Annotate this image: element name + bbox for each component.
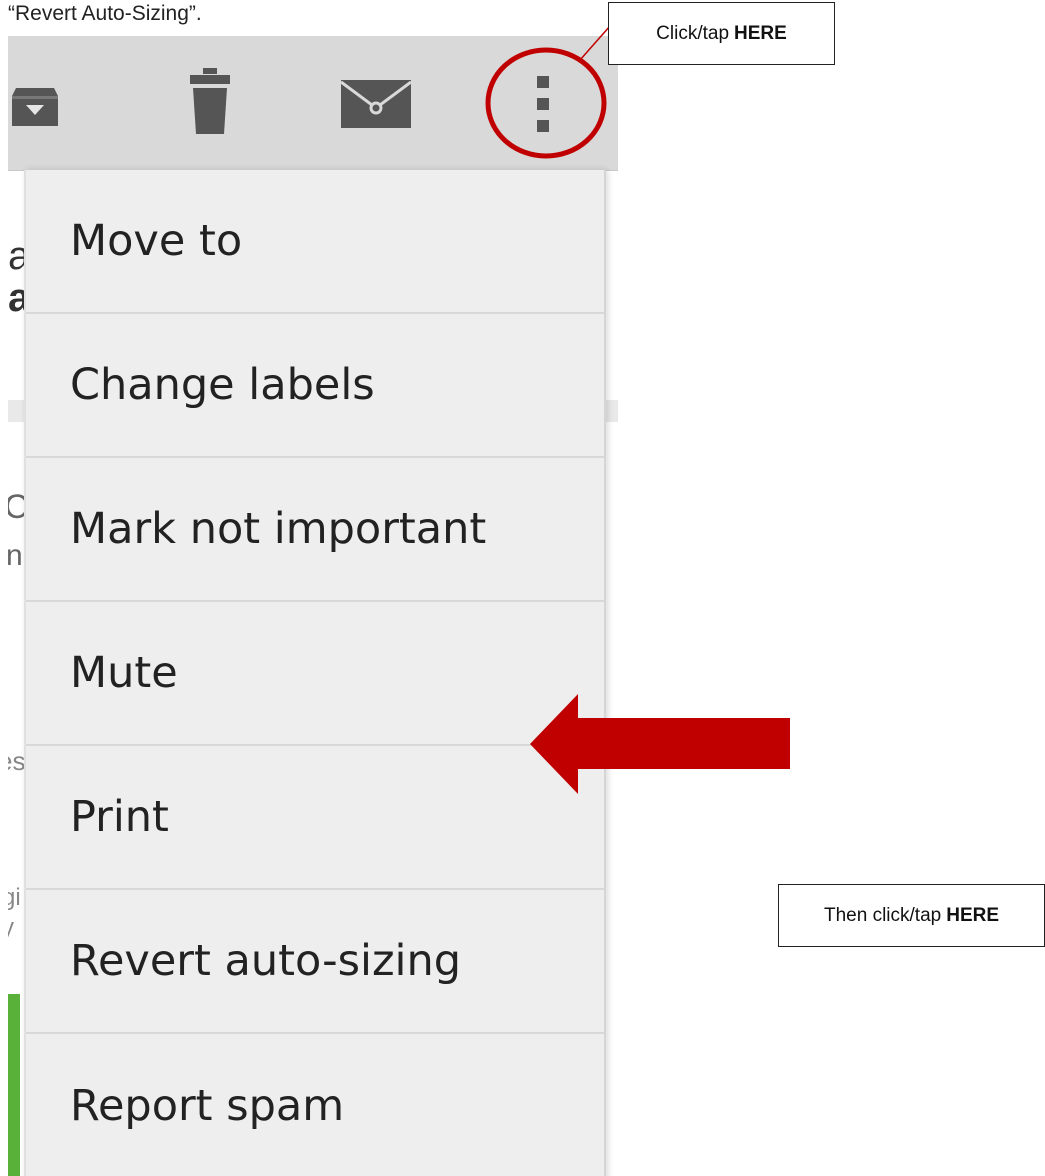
callout-emphasis: HERE [734,22,787,44]
callout-then-click-here: Then click/tap HERE [778,884,1045,947]
callout-text: Then click/tap [823,904,942,926]
callout-click-here: Click/tap HERE [608,2,835,65]
callout-text: Click/tap [656,22,730,44]
background-text-fragment: gi [8,884,21,911]
instruction-text: “Revert Auto-Sizing”. [8,2,202,25]
label-color-bar [8,994,20,1176]
background-text-fragment: es [8,746,26,776]
overflow-menu-icon[interactable] [523,74,563,134]
mail-icon[interactable] [341,80,411,130]
menu-item-mark-not-important[interactable]: Mark not important [26,458,604,602]
background-text-fragment: y [8,914,14,941]
phone-screen: a a C n es gi y Move to Change labels Ma… [8,36,618,1176]
background-text-fragment: n [8,539,23,572]
menu-item-mute[interactable]: Mute [26,602,604,746]
menu-item-print[interactable]: Print [26,746,604,890]
menu-item-report-spam[interactable]: Report spam [26,1034,604,1176]
overflow-dropdown-menu: Move to Change labels Mark not important… [24,170,606,1176]
trash-icon[interactable] [188,66,232,136]
callout-emphasis: HERE [946,904,1000,926]
menu-item-move-to[interactable]: Move to [26,170,604,314]
menu-item-change-labels[interactable]: Change labels [26,314,604,458]
menu-item-revert-auto-sizing[interactable]: Revert auto-sizing [26,890,604,1034]
action-bar [8,36,618,171]
archive-icon[interactable] [10,78,60,128]
